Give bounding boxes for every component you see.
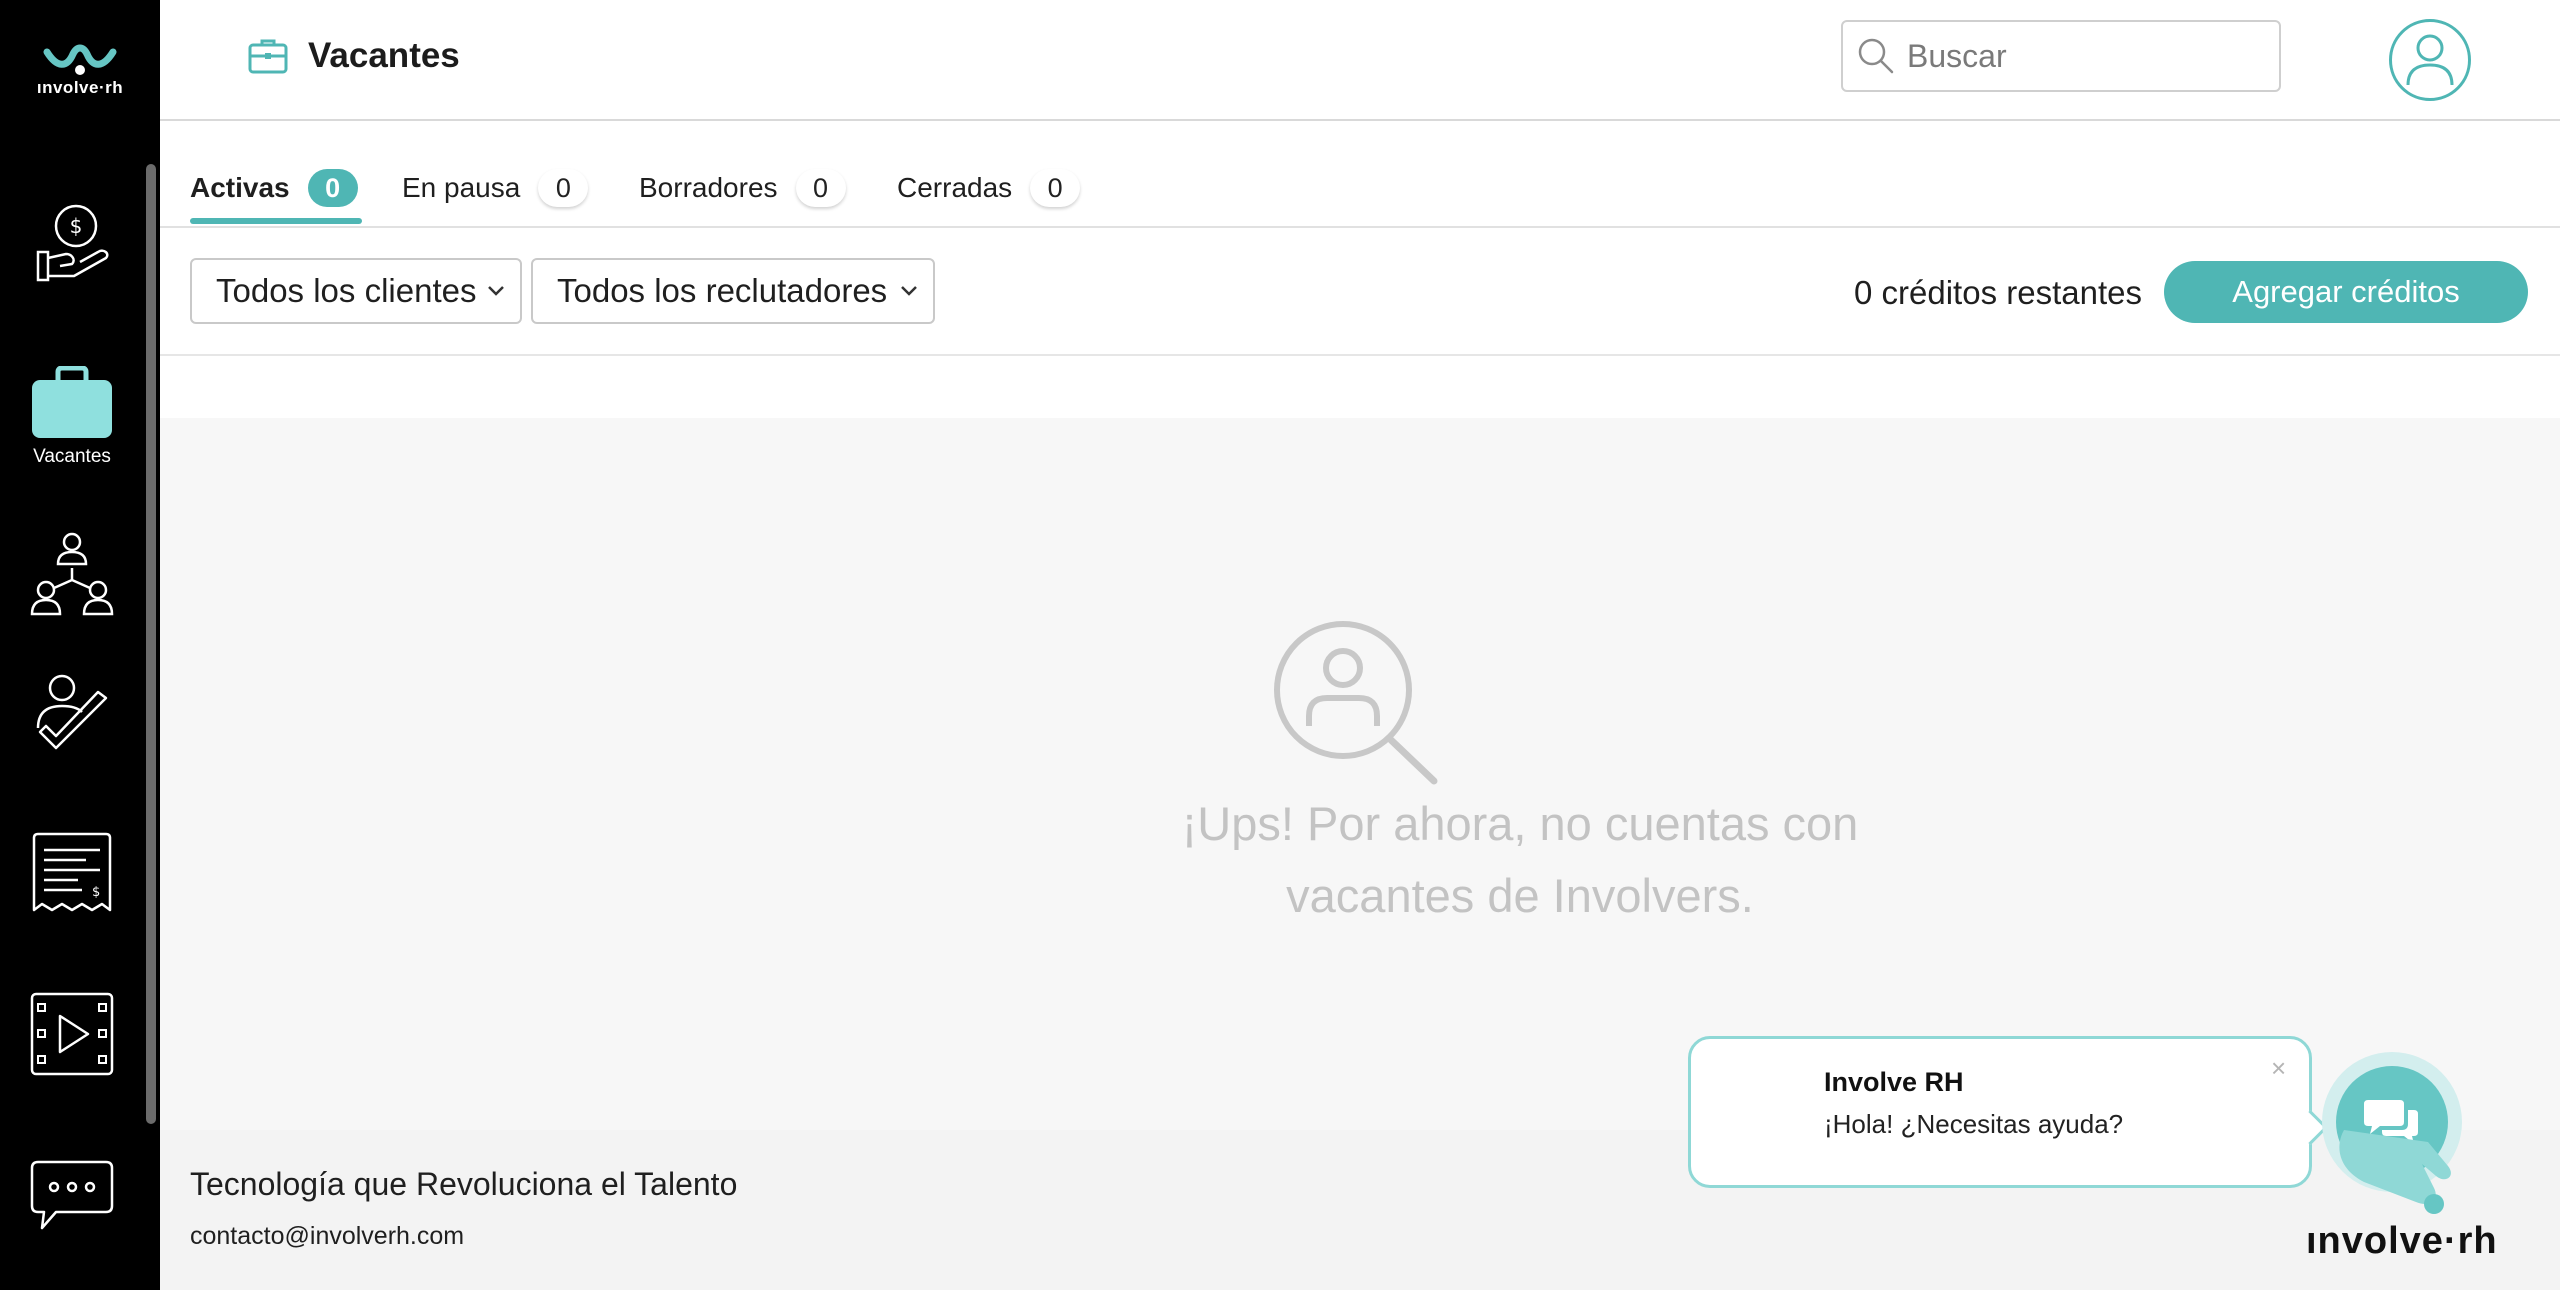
user-icon bbox=[2406, 34, 2454, 86]
contact-email-link[interactable]: contacto@involverh.com bbox=[190, 1222, 464, 1251]
active-tab-indicator bbox=[190, 218, 362, 224]
top-header: Vacantes bbox=[160, 0, 2560, 121]
empty-state-message: ¡Ups! Por ahora, no cuentas con vacantes… bbox=[860, 788, 2180, 932]
chat-hand-illustration-icon bbox=[2339, 1130, 2451, 1214]
clients-filter-value: Todos los clientes bbox=[216, 272, 477, 309]
logo-wordmark: ınvolve·rh bbox=[36, 78, 124, 97]
team-network-icon bbox=[30, 532, 114, 616]
sidebar-item-messages[interactable] bbox=[20, 1160, 124, 1232]
involve-rh-logo[interactable]: ınvolve·rh bbox=[24, 40, 136, 114]
svg-text:$: $ bbox=[92, 885, 100, 900]
chat-greeting-bubble[interactable]: Involve RH ¡Hola! ¿Necesitas ayuda? × bbox=[1688, 1036, 2312, 1188]
chevron-down-icon bbox=[488, 286, 504, 296]
search-icon bbox=[1858, 38, 1894, 74]
tab-count-badge: 0 bbox=[307, 169, 358, 207]
sidebar-scrollbar[interactable] bbox=[146, 164, 156, 1124]
briefcase-outline-icon bbox=[248, 39, 288, 74]
user-search-icon bbox=[1274, 621, 1438, 785]
sidebar-item-evaluations[interactable] bbox=[20, 674, 124, 754]
page-title-group: Vacantes bbox=[248, 36, 460, 76]
chevron-down-icon bbox=[901, 286, 917, 296]
tab-borradores[interactable]: Borradores 0 bbox=[639, 166, 846, 210]
involve-rh-brand-logo: ınvolve·rh bbox=[2306, 1220, 2498, 1262]
tab-en-pausa[interactable]: En pausa 0 bbox=[402, 166, 589, 210]
vacancy-status-tabs: Activas 0 En pausa 0 Borradores 0 Cerrad… bbox=[160, 122, 2560, 228]
video-icon bbox=[30, 992, 114, 1076]
search-box[interactable] bbox=[1841, 20, 2281, 92]
user-check-icon bbox=[36, 674, 108, 750]
tab-label: Activas bbox=[190, 172, 290, 203]
filters-bar: Todos los clientes Todos los reclutadore… bbox=[160, 230, 2560, 356]
credits-remaining: 0 créditos restantes bbox=[1854, 274, 2142, 311]
tab-count-badge: 0 bbox=[795, 169, 846, 207]
svg-text:$: $ bbox=[70, 214, 83, 238]
invoice-icon: $ bbox=[32, 832, 112, 912]
tab-label: Borradores bbox=[639, 172, 778, 203]
money-hand-icon: $ bbox=[36, 204, 109, 282]
sidebar: ınvolve·rh $ Vacantes $ bbox=[0, 0, 160, 1290]
recruiters-filter-select[interactable]: Todos los reclutadores bbox=[531, 258, 935, 324]
sidebar-item-billing[interactable]: $ bbox=[20, 832, 124, 916]
tab-activas[interactable]: Activas 0 bbox=[190, 166, 358, 210]
sidebar-item-payments[interactable]: $ bbox=[20, 202, 124, 284]
logo-mark-icon bbox=[43, 44, 117, 75]
vacancies-empty-state: ¡Ups! Por ahora, no cuentas con vacantes… bbox=[160, 418, 2560, 1130]
sidebar-item-videos[interactable] bbox=[20, 992, 124, 1076]
footer-tagline: Tecnología que Revoluciona el Talento bbox=[190, 1166, 738, 1202]
sidebar-item-team[interactable] bbox=[20, 532, 124, 616]
tab-label: En pausa bbox=[402, 172, 521, 203]
sidebar-item-label: Vacantes bbox=[33, 446, 111, 467]
tab-cerradas[interactable]: Cerradas 0 bbox=[897, 166, 1081, 210]
user-avatar-button[interactable] bbox=[2389, 19, 2471, 101]
tab-count-badge: 0 bbox=[1030, 169, 1081, 207]
close-icon[interactable]: × bbox=[2271, 1053, 2286, 1084]
briefcase-icon bbox=[32, 366, 112, 438]
tab-label: Cerradas bbox=[897, 172, 1013, 203]
recruiters-filter-value: Todos los reclutadores bbox=[557, 272, 888, 309]
empty-state-line-2: vacantes de Involvers. bbox=[1286, 869, 1754, 922]
chat-greeting-message: ¡Hola! ¿Necesitas ayuda? bbox=[1824, 1109, 2124, 1139]
add-credits-button[interactable]: Agregar créditos bbox=[2164, 261, 2528, 323]
page-title: Vacantes bbox=[308, 36, 460, 75]
chat-agent-name: Involve RH bbox=[1824, 1067, 1964, 1097]
sidebar-item-vacantes[interactable]: Vacantes bbox=[20, 366, 124, 468]
clients-filter-select[interactable]: Todos los clientes bbox=[190, 258, 522, 324]
tab-count-badge: 0 bbox=[538, 169, 589, 207]
search-input[interactable] bbox=[1907, 37, 2267, 75]
chat-dots-icon bbox=[30, 1160, 114, 1230]
empty-state-line-1: ¡Ups! Por ahora, no cuentas con bbox=[1181, 797, 1859, 850]
